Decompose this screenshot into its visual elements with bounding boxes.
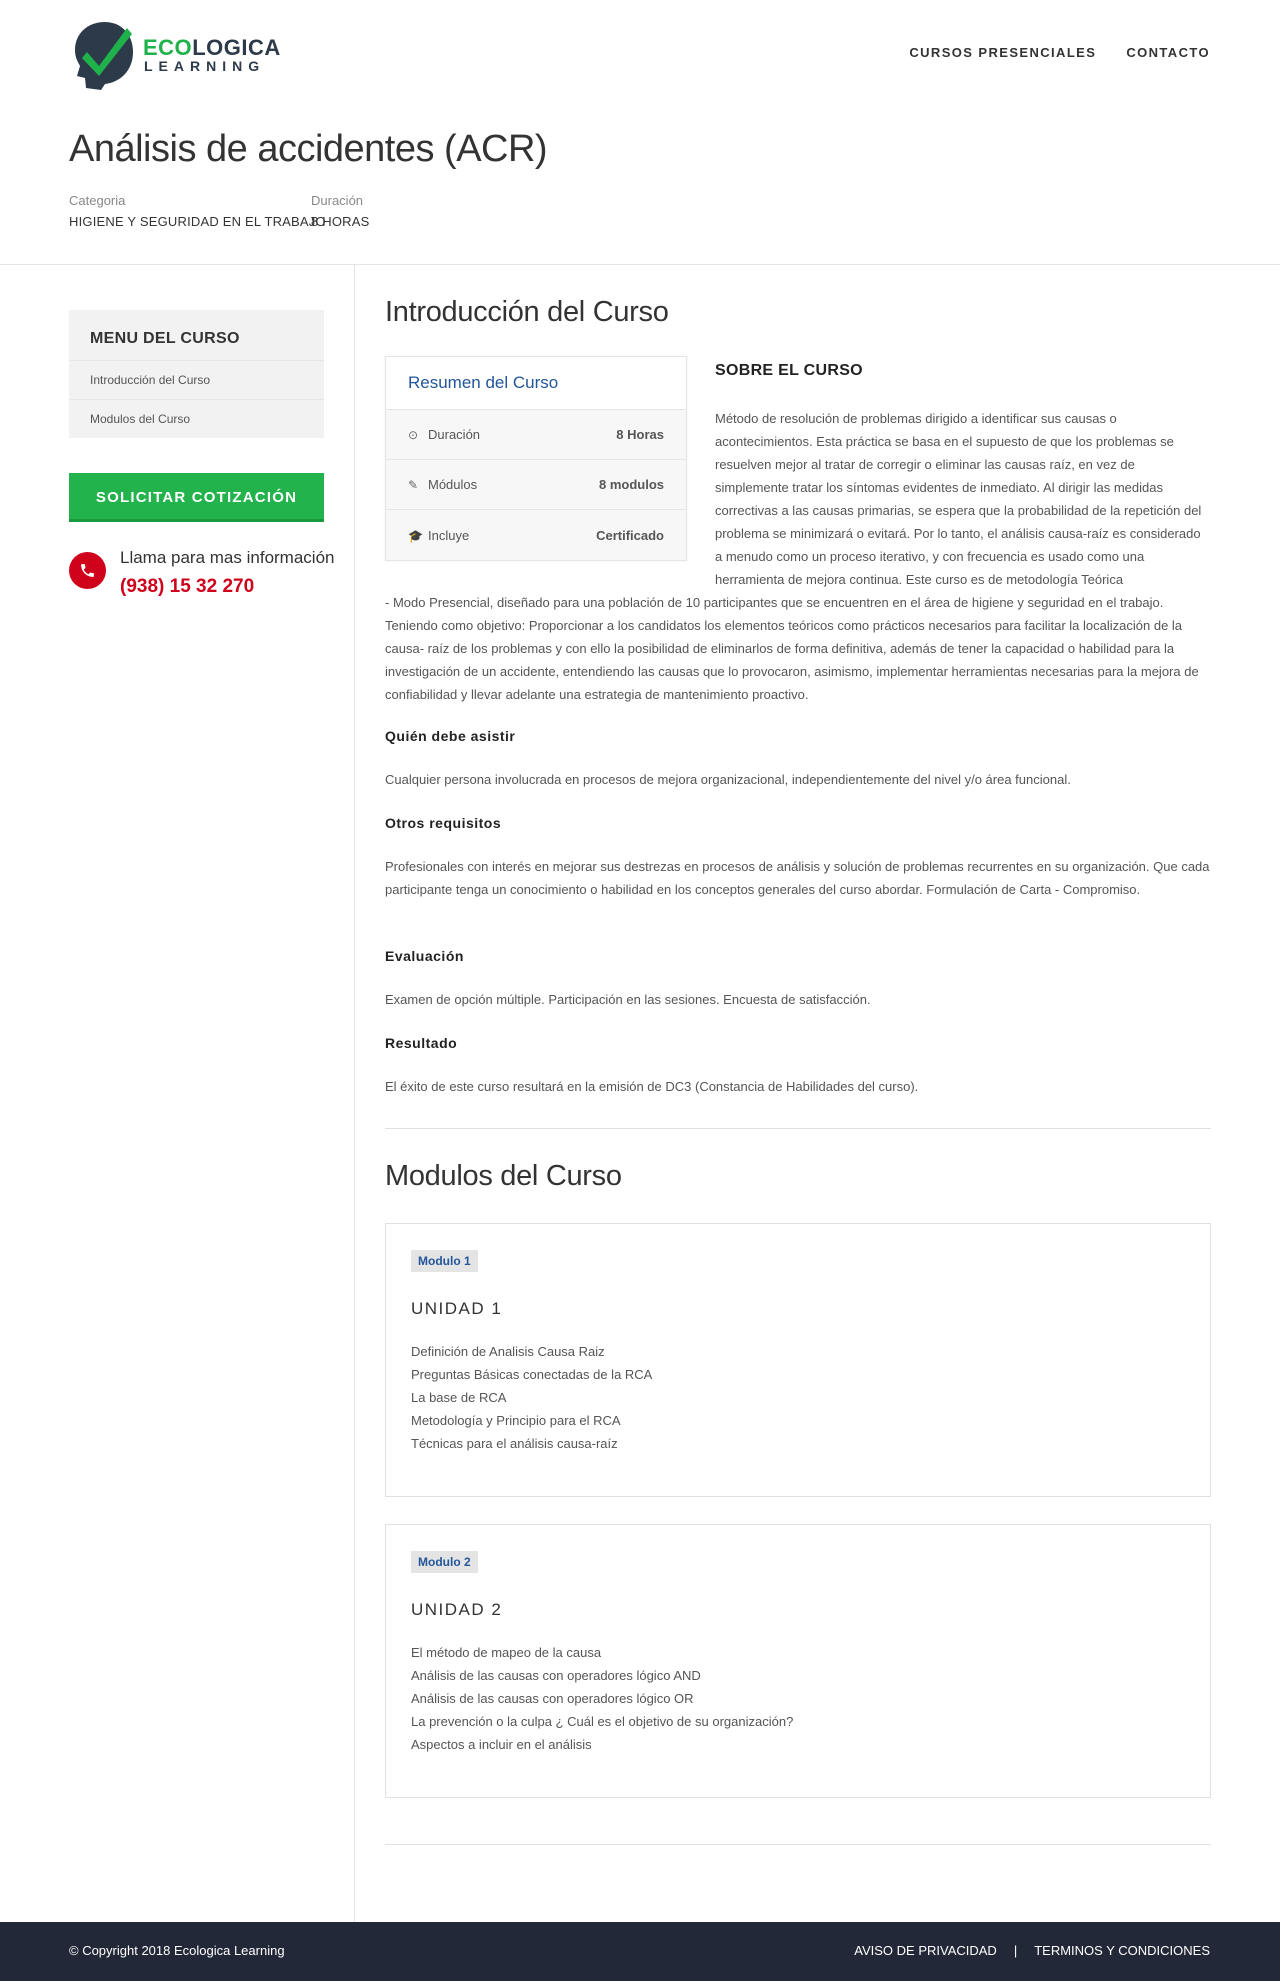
intro-title: Introducción del Curso (385, 296, 669, 328)
summary-label: Módulos (428, 477, 478, 492)
section-text-resultado: El éxito de este curso resultará en la e… (385, 1079, 919, 1094)
privacy-link[interactable]: AVISO DE PRIVACIDAD (854, 1943, 997, 1958)
about-text: Método de resolución de problemas dirigi… (715, 411, 1202, 587)
list-item: Aspectos a incluir en el análisis (411, 1737, 592, 1752)
summary-value: 8 modulos (598, 477, 664, 492)
menu-item-introduccion[interactable]: Introducción del Curso (69, 361, 324, 400)
nav-contacto[interactable]: CONTACTO (1126, 45, 1210, 60)
section-divider (385, 1844, 1211, 1845)
summary-title: Resumen del Curso (386, 357, 686, 410)
section-title-requisitos: Otros requisitos (385, 815, 502, 831)
copyright: © Copyright 2018 Ecologica Learning (69, 1943, 285, 1958)
course-menu: MENU DEL CURSO Introducción del Curso Mo… (69, 310, 324, 438)
site-footer: © Copyright 2018 Ecologica Learning AVIS… (0, 1922, 1280, 1981)
section-text-evaluacion: Examen de opción múltiple. Participación… (385, 992, 871, 1007)
duration-meta: Duración 8 HORAS (311, 193, 369, 229)
summary-label: Duración (428, 427, 481, 442)
section-divider (385, 1128, 1211, 1129)
clock-icon: ⊙ (408, 428, 419, 442)
category-meta: Categoria HIGIENE Y SEGURIDAD EN EL TRAB… (69, 193, 326, 229)
about-text-continued: - Modo Presencial, diseñado para una pob… (385, 595, 1199, 702)
list-item: Definición de Analisis Causa Raiz (411, 1344, 605, 1359)
list-item: La prevención o la culpa ¿ Cuál es el ob… (411, 1714, 794, 1729)
request-quote-button[interactable]: SOLICITAR COTIZACIÓN (69, 473, 324, 522)
category-value: HIGIENE Y SEGURIDAD EN EL TRABAJO (69, 214, 326, 229)
section-text-quien: Cualquier persona involucrada en proceso… (385, 772, 1071, 787)
category-label: Categoria (69, 193, 126, 208)
graduation-cap-icon: 🎓 (408, 528, 423, 543)
module-badge: Modulo 1 (411, 1250, 478, 1272)
header-divider (0, 264, 1280, 265)
module-card-1: Modulo 1 UNIDAD 1 Definición de Analisis… (385, 1223, 1211, 1497)
brand-logo[interactable]: ECOLOGICA LEARNING (69, 18, 280, 94)
duration-label: Duración (311, 193, 364, 208)
module-badge: Modulo 2 (411, 1551, 478, 1573)
list-item: Análisis de las causas con operadores ló… (411, 1668, 701, 1683)
footer-separator: | (1013, 1943, 1018, 1958)
phone-icon[interactable] (69, 552, 106, 589)
list-item: Metodología y Principio para el RCA (411, 1413, 621, 1428)
summary-row-duracion: ⊙ Duración 8 Horas (386, 410, 686, 460)
summary-value: 8 Horas (616, 427, 664, 442)
list-item: Técnicas para el análisis causa-raíz (411, 1436, 618, 1451)
duration-value: 8 HORAS (311, 214, 370, 229)
unit-title: UNIDAD 2 (411, 1600, 503, 1619)
head-check-icon (75, 22, 133, 90)
summary-row-modulos: ✎ Módulos 8 modulos (386, 460, 686, 510)
section-title-evaluacion: Evaluación (385, 948, 464, 964)
brand-name-line2: LEARNING (144, 58, 266, 74)
main-nav: CURSOS PRESENCIALES CONTACTO (909, 45, 1210, 60)
list-item: La base de RCA (411, 1390, 507, 1405)
menu-item-modulos[interactable]: Modulos del Curso (69, 400, 324, 438)
section-title-quien: Quién debe asistir (385, 728, 516, 744)
page-title: Análisis de accidentes (ACR) (69, 128, 548, 170)
footer-links: AVISO DE PRIVACIDAD | TERMINOS Y CONDICI… (854, 1943, 1210, 1958)
sidebar-divider (354, 264, 355, 1922)
list-item: Preguntas Básicas conectadas de la RCA (411, 1367, 653, 1382)
module-card-2: Modulo 2 UNIDAD 2 El método de mapeo de … (385, 1524, 1211, 1798)
summary-row-incluye: 🎓 Incluye Certificado (386, 510, 686, 560)
module-items: El método de mapeo de la causa Análisis … (411, 1641, 793, 1756)
list-item: Análisis de las causas con operadores ló… (411, 1691, 694, 1706)
section-title-resultado: Resultado (385, 1035, 458, 1051)
phone-number[interactable]: (938) 15 32 270 (120, 576, 254, 598)
terms-link[interactable]: TERMINOS Y CONDICIONES (1034, 1943, 1210, 1958)
nav-cursos-presenciales[interactable]: CURSOS PRESENCIALES (909, 45, 1096, 60)
list-item: El método de mapeo de la causa (411, 1645, 602, 1660)
main-content: Introducción del Curso Resumen del Curso… (385, 296, 1211, 1845)
edit-icon: ✎ (408, 478, 419, 492)
site-header: ECOLOGICA LEARNING CURSOS PRESENCIALES C… (0, 0, 1280, 108)
summary-label: Incluye (428, 527, 470, 543)
unit-title: UNIDAD 1 (411, 1299, 503, 1318)
section-text-requisitos: Profesionales con interés en mejorar sus… (385, 859, 1210, 897)
about-title: SOBRE EL CURSO (715, 362, 863, 379)
call-text: Llama para mas información (120, 548, 335, 567)
course-menu-title: MENU DEL CURSO (69, 310, 324, 361)
course-summary-card: Resumen del Curso ⊙ Duración 8 Horas ✎ Mód… (385, 356, 687, 561)
module-items: Definición de Analisis Causa Raiz Pregun… (411, 1340, 652, 1455)
summary-value: Certificado (596, 527, 664, 543)
modules-title: Modulos del Curso (385, 1160, 622, 1192)
